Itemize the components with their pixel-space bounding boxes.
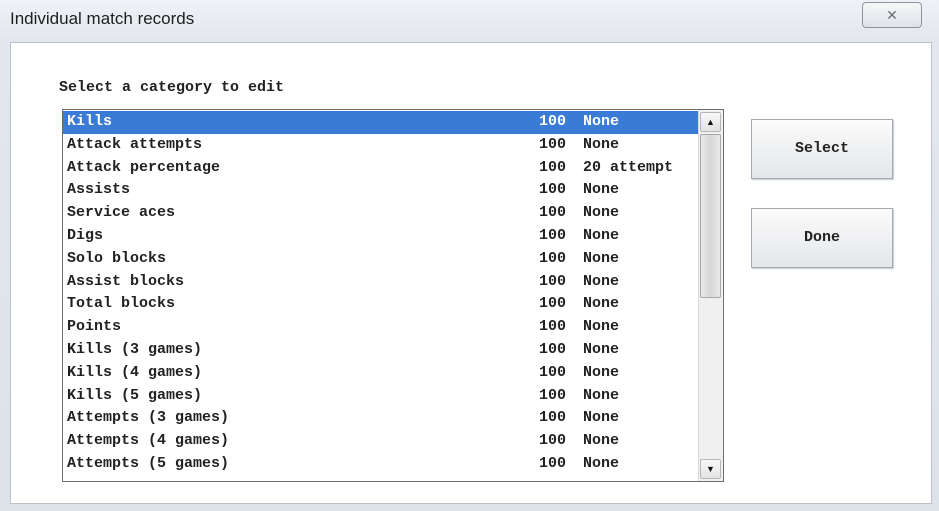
category-name: Service aces (67, 204, 176, 222)
list-item[interactable]: Assist blocks 100 None (63, 271, 699, 294)
category-count: 100 (539, 318, 567, 336)
category-name: Attack attempts (67, 135, 203, 153)
category-count: 100 (539, 432, 567, 450)
list-item[interactable]: Attempts (5 games) 100 None (63, 453, 699, 476)
dialog-window: Individual match records ✕ Select a cate… (0, 0, 939, 511)
category-count: 100 (539, 158, 567, 176)
list-item[interactable]: Service aces 100 None (63, 202, 699, 225)
category-count: 100 (539, 386, 567, 404)
category-count: 100 (539, 454, 567, 472)
category-name: Kills (3 games) (67, 340, 203, 358)
category-count: 100 (539, 113, 567, 130)
category-count: 100 (539, 204, 567, 222)
category-name: Attack percentage (67, 158, 221, 176)
category-minimum: None (583, 249, 620, 267)
category-minimum: None (583, 318, 620, 336)
list-item[interactable]: Points 100 None (63, 316, 699, 339)
select-button[interactable]: Select (751, 119, 893, 179)
category-minimum: None (583, 135, 620, 153)
list-item[interactable]: Digs 100 None (63, 225, 699, 248)
list-item[interactable]: Attack attempts 100 None (63, 134, 699, 157)
category-minimum: None (583, 386, 620, 404)
category-minimum: None (583, 181, 620, 199)
list-prompt: Select a category to edit (59, 79, 285, 96)
list-item[interactable]: Kills (3 games) 100 None (63, 339, 699, 362)
dialog-body: Select a category to edit Kills 100 None At… (10, 42, 932, 504)
category-name: Points (67, 318, 122, 336)
list-item[interactable]: Total blocks 100 None (63, 293, 699, 316)
close-button[interactable]: ✕ (862, 2, 922, 28)
list-item[interactable]: Attack percentage 100 20 attempt (63, 157, 699, 180)
list-item[interactable]: Kills 100 None (63, 111, 699, 134)
category-count: 100 (539, 226, 567, 244)
close-icon: ✕ (886, 7, 898, 23)
category-name: Digs (67, 226, 104, 244)
category-name: Attempts (4 games) (67, 432, 230, 450)
vertical-scrollbar[interactable]: ▲ ▼ (698, 110, 723, 481)
category-name: Assists (67, 181, 131, 199)
list-item[interactable]: Kills (4 games) 100 None (63, 362, 699, 385)
category-name: Kills (67, 113, 113, 130)
scroll-up-arrow-icon[interactable]: ▲ (700, 112, 721, 132)
category-name: Total blocks (67, 295, 176, 313)
category-minimum: None (583, 363, 620, 381)
category-name: Kills (5 games) (67, 386, 203, 404)
done-button[interactable]: Done (751, 208, 893, 268)
category-count: 100 (539, 363, 567, 381)
category-name: Solo blocks (67, 249, 167, 267)
category-count: 100 (539, 295, 567, 313)
category-minimum: None (583, 295, 620, 313)
category-count: 100 (539, 181, 567, 199)
category-count: 100 (539, 135, 567, 153)
category-count: 100 (539, 272, 567, 290)
category-listbox[interactable]: Kills 100 None Attack attempts 100 None Attack… (62, 109, 724, 482)
category-minimum: None (583, 226, 620, 244)
category-minimum: None (583, 432, 620, 450)
category-count: 100 (539, 340, 567, 358)
category-minimum: None (583, 204, 620, 222)
category-minimum: None (583, 454, 620, 472)
category-count: 100 (539, 409, 567, 427)
list-item[interactable]: Attempts (3 games) 100 None (63, 407, 699, 430)
category-list: Kills 100 None Attack attempts 100 None Attack… (63, 111, 699, 476)
category-name: Kills (4 games) (67, 363, 203, 381)
list-item[interactable]: Attempts (4 games) 100 None (63, 430, 699, 453)
category-minimum: 20 attempt (583, 158, 674, 176)
category-minimum: None (583, 113, 620, 130)
category-minimum: None (583, 409, 620, 427)
category-name: Assist blocks (67, 272, 185, 290)
scroll-down-arrow-icon[interactable]: ▼ (700, 459, 721, 479)
category-name: Attempts (3 games) (67, 409, 230, 427)
category-minimum: None (583, 272, 620, 290)
category-count: 100 (539, 249, 567, 267)
category-minimum: None (583, 340, 620, 358)
category-name: Attempts (5 games) (67, 454, 230, 472)
title-bar: Individual match records ✕ (0, 0, 939, 40)
list-item[interactable]: Kills (5 games) 100 None (63, 385, 699, 408)
window-title: Individual match records (10, 9, 195, 28)
list-item[interactable]: Solo blocks 100 None (63, 248, 699, 271)
list-item[interactable]: Assists 100 None (63, 179, 699, 202)
scrollbar-thumb[interactable] (700, 134, 721, 298)
